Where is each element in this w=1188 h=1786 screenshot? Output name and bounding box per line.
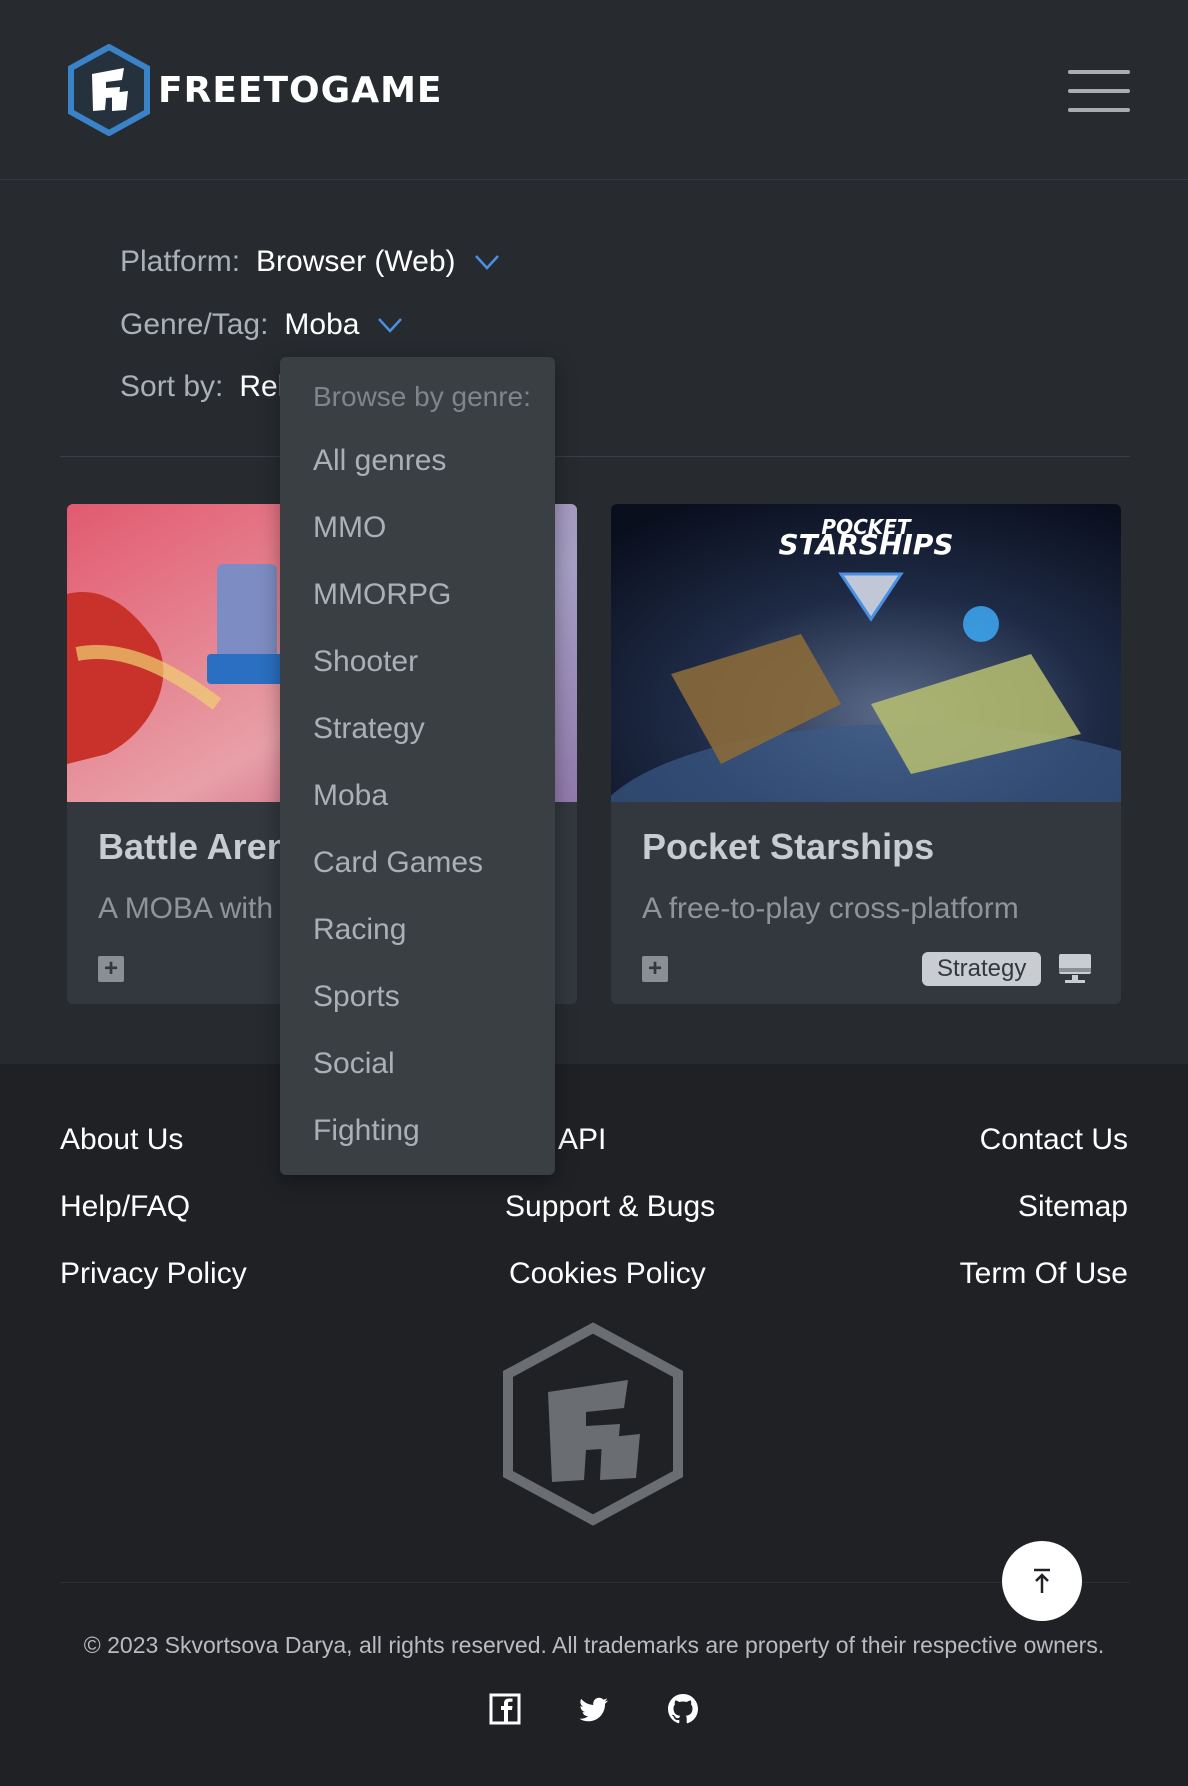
filters-divider bbox=[60, 456, 1130, 457]
game-card[interactable]: POCKET STARSHIPS Pocket Starships A free… bbox=[611, 504, 1121, 1004]
freetogame-logo-icon bbox=[68, 44, 150, 136]
add-to-list-button[interactable]: + bbox=[98, 956, 124, 982]
facebook-icon[interactable] bbox=[488, 1692, 522, 1726]
site-footer: About Us API Contact Us Help/FAQ Support… bbox=[0, 1064, 1188, 1786]
footer-link-privacy[interactable]: Privacy Policy bbox=[60, 1257, 247, 1291]
footer-link-api[interactable]: API bbox=[558, 1123, 606, 1157]
footer-divider bbox=[60, 1582, 1130, 1583]
sort-filter[interactable]: Sort by: Rel bbox=[120, 370, 284, 404]
dropdown-item-sports[interactable]: Sports bbox=[313, 980, 400, 1014]
dropdown-item-racing[interactable]: Racing bbox=[313, 913, 406, 947]
hamburger-menu-icon[interactable] bbox=[1068, 70, 1130, 112]
sort-label: Sort by: bbox=[120, 370, 224, 403]
game-description: A MOBA with bbox=[98, 892, 274, 925]
genre-dropdown-menu[interactable]: Browse by genre: All genres MMO MMORPG S… bbox=[280, 357, 555, 1175]
footer-logo-icon bbox=[503, 1322, 683, 1526]
platform-filter[interactable]: Platform: Browser (Web) bbox=[120, 245, 500, 279]
footer-link-about[interactable]: About Us bbox=[60, 1123, 183, 1157]
arrow-up-icon bbox=[1034, 1568, 1050, 1593]
game-title[interactable]: Battle Aren bbox=[98, 826, 289, 868]
desktop-platform-icon bbox=[1059, 954, 1091, 983]
dropdown-item-moba[interactable]: Moba bbox=[313, 779, 388, 813]
site-header: FREETOGAME bbox=[0, 0, 1188, 180]
sort-value[interactable]: Rel bbox=[239, 370, 284, 404]
site-logo[interactable]: FREETOGAME bbox=[66, 44, 442, 136]
platform-label: Platform: bbox=[120, 245, 241, 278]
copyright-text: © 2023 Skvortsova Darya, all rights rese… bbox=[83, 1632, 1105, 1658]
dropdown-item-mmorpg[interactable]: MMORPG bbox=[313, 578, 451, 612]
footer-link-sitemap[interactable]: Sitemap bbox=[1018, 1190, 1128, 1224]
scroll-to-top-button[interactable] bbox=[1002, 1541, 1082, 1621]
dropdown-item-card-games[interactable]: Card Games bbox=[313, 846, 483, 880]
thumb-title-bottom: STARSHIPS bbox=[778, 528, 953, 561]
game-title[interactable]: Pocket Starships bbox=[642, 826, 934, 868]
footer-link-contact[interactable]: Contact Us bbox=[980, 1123, 1128, 1157]
genre-value[interactable]: Moba bbox=[284, 308, 359, 342]
footer-link-terms[interactable]: Term Of Use bbox=[960, 1257, 1128, 1291]
dropdown-item-fighting[interactable]: Fighting bbox=[313, 1114, 420, 1148]
genre-badge: Strategy bbox=[922, 952, 1042, 986]
github-icon[interactable] bbox=[666, 1692, 700, 1726]
footer-link-cookies[interactable]: Cookies Policy bbox=[509, 1257, 706, 1291]
genre-filter[interactable]: Genre/Tag: Moba bbox=[120, 308, 403, 342]
twitter-icon[interactable] bbox=[577, 1692, 611, 1726]
dropdown-item-strategy[interactable]: Strategy bbox=[313, 712, 425, 746]
dropdown-item-social[interactable]: Social bbox=[313, 1047, 395, 1081]
chevron-down-icon[interactable] bbox=[474, 253, 500, 271]
logo-text: FREETOGAME bbox=[158, 69, 443, 111]
dropdown-item-shooter[interactable]: Shooter bbox=[313, 645, 418, 679]
chevron-down-icon[interactable] bbox=[377, 316, 403, 334]
dropdown-item-mmo[interactable]: MMO bbox=[313, 511, 386, 545]
footer-link-support[interactable]: Support & Bugs bbox=[505, 1190, 715, 1224]
dropdown-item-all-genres[interactable]: All genres bbox=[313, 444, 446, 478]
footer-link-help[interactable]: Help/FAQ bbox=[60, 1190, 190, 1224]
platform-value[interactable]: Browser (Web) bbox=[256, 245, 455, 279]
genre-label: Genre/Tag: bbox=[120, 308, 269, 341]
game-description: A free-to-play cross-platform bbox=[642, 892, 1019, 925]
dropdown-header: Browse by genre: bbox=[313, 381, 531, 412]
add-to-list-button[interactable]: + bbox=[642, 956, 668, 982]
game-thumbnail[interactable]: POCKET STARSHIPS bbox=[611, 504, 1121, 802]
